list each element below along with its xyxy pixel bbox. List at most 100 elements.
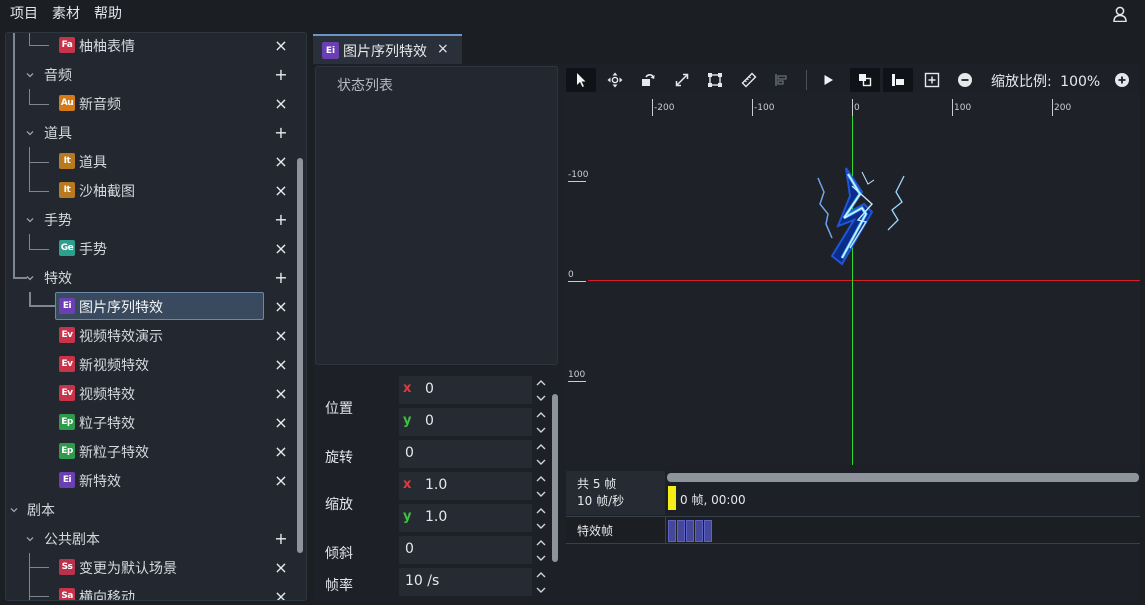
remove-icon[interactable]: × (274, 152, 288, 171)
tree-item-new-effect[interactable]: Ei 新特效 × (6, 466, 296, 495)
tree-item-gesture[interactable]: Ge 手势 × (6, 234, 296, 263)
chevron-down-icon[interactable] (25, 534, 35, 544)
align-tool-icon[interactable] (766, 68, 796, 92)
frame-keyframe[interactable] (704, 520, 712, 542)
frame-keyframe[interactable] (668, 520, 676, 542)
effect-editor: 状态列表 位置 x 0 y 0 旋转 0 缩放 x 1.0 y 1.0 倾斜 0… (313, 64, 1140, 601)
add-icon[interactable]: + (274, 123, 288, 142)
play-icon[interactable] (813, 68, 843, 92)
tree-group-props[interactable]: 道具 + (6, 118, 296, 147)
select-tool-icon[interactable] (566, 68, 596, 92)
tree-group-audio[interactable]: 音频 + (6, 60, 296, 89)
layer-back-icon[interactable] (883, 68, 913, 92)
tree-item-set-default-scene[interactable]: Ss 变更为默认场景 × (6, 553, 296, 582)
remove-icon[interactable]: × (274, 558, 288, 577)
tree-item-video-effect-demo[interactable]: Ev 视频特效演示 × (6, 321, 296, 350)
tree-item-new-particle-effect[interactable]: Ep 新粒子特效 × (6, 437, 296, 466)
add-icon[interactable]: + (274, 65, 288, 84)
position-x-field[interactable]: x 0 (399, 376, 532, 405)
chevron-down-icon[interactable] (25, 215, 35, 225)
tree-group-label: 道具 (44, 126, 72, 142)
chevron-down-icon[interactable] (25, 70, 35, 80)
remove-icon[interactable]: × (274, 587, 288, 601)
tree-scrollbar[interactable] (297, 158, 303, 553)
ruler-tick-label: 0 (854, 103, 860, 113)
remove-icon[interactable]: × (274, 36, 288, 55)
remove-icon[interactable]: × (274, 471, 288, 490)
rotate-tool-icon[interactable] (633, 68, 663, 92)
tab-image-sequence-effect[interactable]: Ei 图片序列特效 × (313, 34, 462, 64)
position-x-stepper[interactable] (534, 376, 548, 405)
add-icon[interactable]: + (274, 210, 288, 229)
chevron-down-icon[interactable] (9, 505, 19, 515)
ruler-tool-icon[interactable] (734, 68, 764, 92)
rotation-stepper[interactable] (534, 440, 548, 469)
properties-scrollbar[interactable] (552, 394, 558, 562)
zoom-out-icon[interactable] (950, 68, 980, 92)
layer-front-icon[interactable] (850, 68, 880, 92)
add-icon[interactable]: + (274, 529, 288, 548)
remove-icon[interactable]: × (274, 239, 288, 258)
remove-icon[interactable]: × (274, 94, 288, 113)
position-y-field[interactable]: y 0 (399, 408, 532, 437)
scale-y-field[interactable]: y 1.0 (399, 504, 532, 533)
user-icon[interactable] (1113, 6, 1127, 23)
scale-x-field[interactable]: x 1.0 (399, 472, 532, 501)
chevron-down-icon[interactable] (25, 128, 35, 138)
top-ruler: -200 -100 0 100 200 (566, 94, 1140, 116)
tree-item-screenshot[interactable]: It 沙柚截图 × (6, 176, 296, 205)
tree-item-video-effect[interactable]: Ev 视频特效 × (6, 379, 296, 408)
skew-stepper[interactable] (534, 536, 548, 565)
frame-keyframe[interactable] (677, 520, 685, 542)
framerate-stepper[interactable] (534, 568, 548, 597)
tree-item-label: 沙柚截图 (79, 184, 135, 200)
tree-item-particle-effect[interactable]: Ep 粒子特效 × (6, 408, 296, 437)
menubar: 项目 素材 帮助 (0, 0, 1145, 28)
state-list-panel: 状态列表 (315, 66, 558, 365)
ruler-tick (568, 181, 586, 182)
fit-icon[interactable] (917, 68, 947, 92)
zoom-in-icon[interactable] (1107, 68, 1137, 92)
remove-icon[interactable]: × (274, 355, 288, 374)
skew-field[interactable]: 0 (399, 536, 532, 565)
framerate-field[interactable]: 10 /s (399, 568, 532, 597)
state-list-title: 状态列表 (337, 78, 393, 94)
tree-item-new-audio[interactable]: Au 新音频 × (6, 89, 296, 118)
rect-tool-icon[interactable] (700, 68, 730, 92)
tree-item-youyou-emotes[interactable]: Fa 柚柚表情 × (6, 33, 296, 60)
tree-item-prop[interactable]: It 道具 × (6, 147, 296, 176)
remove-icon[interactable]: × (274, 384, 288, 403)
rotation-field[interactable]: 0 (399, 440, 532, 469)
scale-tool-icon[interactable] (667, 68, 697, 92)
preview-canvas[interactable]: -200 -100 0 100 200 -100 0 100 (566, 94, 1140, 465)
tree-group-scripts[interactable]: 剧本 (6, 495, 296, 524)
tree-item-horizontal-move[interactable]: Sa 横向移动 × (6, 582, 296, 601)
menu-help[interactable]: 帮助 (87, 0, 129, 28)
close-icon[interactable]: × (437, 41, 449, 57)
effect-frames-track: 特效帧 (566, 516, 1140, 544)
tree-item-image-sequence-effect[interactable]: Ei 图片序列特效 × (6, 292, 296, 321)
timeline-scrollbar[interactable] (667, 473, 1139, 482)
scale-x-stepper[interactable] (534, 472, 548, 501)
position-y-stepper[interactable] (534, 408, 548, 437)
frame-keyframe[interactable] (695, 520, 703, 542)
scale-y-stepper[interactable] (534, 504, 548, 533)
frame-keyframe[interactable] (686, 520, 694, 542)
move-tool-icon[interactable] (600, 68, 630, 92)
tree-group-effects[interactable]: 特效 + (6, 263, 296, 292)
menu-assets[interactable]: 素材 (45, 0, 87, 28)
playhead-cursor[interactable] (668, 486, 676, 510)
tree-group-gestures[interactable]: 手势 + (6, 205, 296, 234)
tree-group-public-scripts[interactable]: 公共剧本 + (6, 524, 296, 553)
remove-icon[interactable]: × (274, 181, 288, 200)
menu-project[interactable]: 项目 (0, 0, 45, 28)
chevron-down-icon[interactable] (25, 273, 35, 283)
remove-icon[interactable]: × (274, 297, 288, 316)
remove-icon[interactable]: × (274, 326, 288, 345)
add-icon[interactable]: + (274, 268, 288, 287)
tree-item-new-video-effect[interactable]: Ev 新视频特效 × (6, 350, 296, 379)
ruler-tick-label: 100 (954, 103, 972, 113)
remove-icon[interactable]: × (274, 413, 288, 432)
remove-icon[interactable]: × (274, 442, 288, 461)
image-effect-asset-icon: Ei (59, 298, 75, 314)
